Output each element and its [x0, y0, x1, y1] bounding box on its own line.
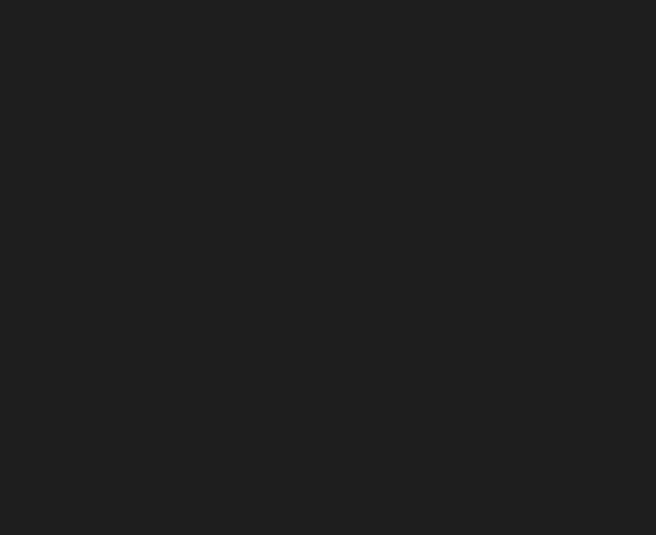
terminal-line: =======: [0, 416, 656, 446]
terminal-line: [wuzhaoyue:test wuzhaoyue$ cat test.txt: [0, 328, 656, 358]
terminal-window[interactable]: [wuzhaoyue:test wuzhaoyue$ git checkout …: [0, 0, 656, 502]
terminal-line: branch02: [0, 150, 656, 180]
terminal-line: 冲突（内容）：合并冲突于 test.txt: [0, 268, 656, 298]
terminal-line: 您的分支与上游分支 'origin/master' 一致。: [0, 61, 656, 91]
terminal-line: [wuzhaoyue:test wuzhaoyue$ git checkout …: [0, 2, 656, 32]
terminal-line: 自动合并失败，修正冲突然后提交修正的结果。: [0, 298, 656, 328]
terminal-line: 自动合并 test.txt: [0, 239, 656, 269]
terminal-line: [wuzhaoyue:test wuzhaoyue$ git branch: [0, 91, 656, 121]
terminal-line: * master: [0, 180, 656, 210]
terminal-line: >>>>>>> branch01: [0, 476, 656, 506]
terminal-line: branch01: [0, 120, 656, 150]
terminal-line: 切换到分支 'master': [0, 32, 656, 62]
terminal-line: master init: [0, 387, 656, 417]
terminal-line: [wuzhaoyue:test wuzhaoyue$ git merge bra…: [0, 209, 656, 239]
terminal-input-line[interactable]: wuzhaoyue:test wuzhaoyue$: [0, 505, 656, 535]
terminal-line: <<<<<<< HEAD: [0, 357, 656, 387]
terminal-line: branch01 init: [0, 446, 656, 476]
